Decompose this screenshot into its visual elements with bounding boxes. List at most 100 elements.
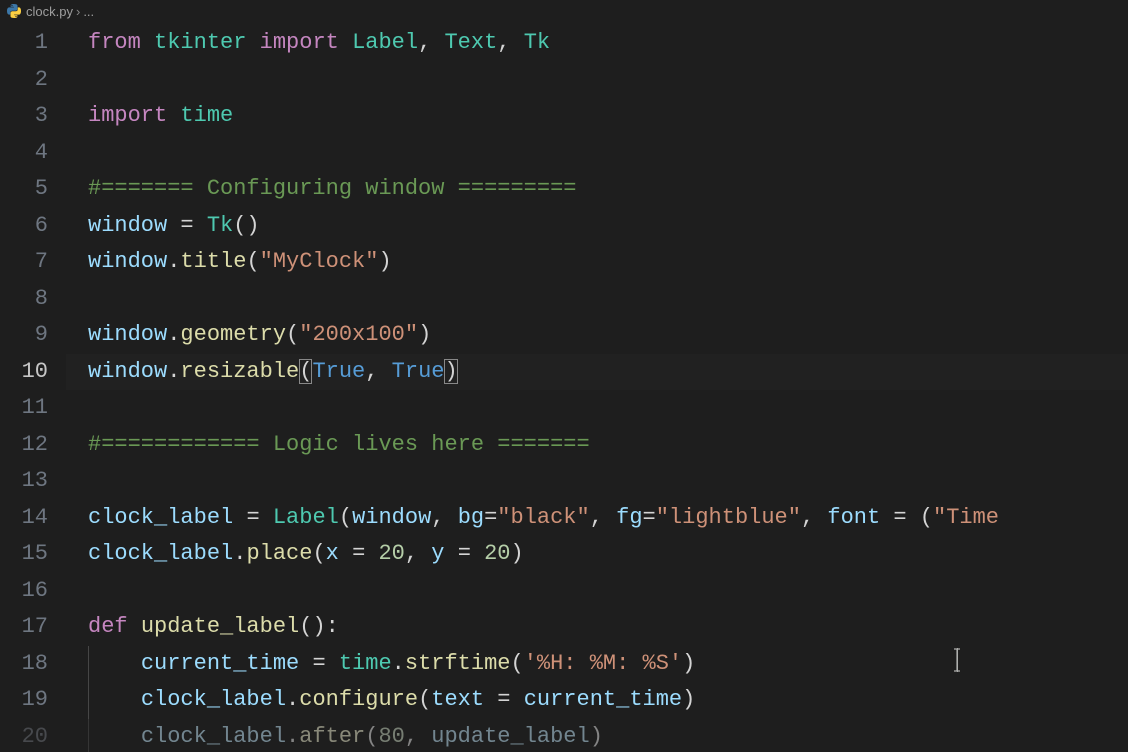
code-token: after (299, 724, 365, 749)
line-number: 7 (0, 244, 66, 281)
code-token: current_time (141, 651, 313, 676)
code-line[interactable]: clock_label = Label(window, bg="black", … (66, 500, 1128, 537)
code-token: window (88, 213, 180, 238)
line-number: 13 (0, 463, 66, 500)
code-token: (): (299, 614, 339, 639)
code-token: ( (246, 249, 259, 274)
code-token: () (233, 213, 259, 238)
code-token: ( (299, 359, 312, 384)
code-token: "MyClock" (260, 249, 379, 274)
code-token: = (352, 541, 378, 566)
code-token: . (167, 249, 180, 274)
code-token: ) (511, 541, 524, 566)
line-number: 18 (0, 646, 66, 683)
code-token (88, 651, 141, 676)
line-number: 8 (0, 281, 66, 318)
code-token: , (405, 541, 431, 566)
code-token: strftime (405, 651, 511, 676)
line-number: 14 (0, 500, 66, 537)
code-token: update_label (431, 724, 589, 749)
code-token: . (167, 322, 180, 347)
code-token: from (88, 30, 154, 55)
code-line[interactable]: import time (66, 98, 1128, 135)
code-token: 20 (484, 541, 510, 566)
code-line[interactable]: def update_label(): (66, 609, 1128, 646)
line-number: 2 (0, 62, 66, 99)
code-line[interactable]: clock_label.after(80, update_label) (66, 719, 1128, 752)
code-token: , (590, 505, 616, 530)
code-token: bg (458, 505, 484, 530)
code-line[interactable] (66, 135, 1128, 172)
code-line[interactable]: window.title("MyClock") (66, 244, 1128, 281)
code-token: geometry (180, 322, 286, 347)
code-token: "lightblue" (656, 505, 801, 530)
code-line[interactable] (66, 390, 1128, 427)
code-line[interactable]: clock_label.place(x = 20, y = 20) (66, 536, 1128, 573)
code-line[interactable] (66, 573, 1128, 610)
code-token: y (431, 541, 457, 566)
chevron-right-icon: › (76, 4, 80, 19)
code-token: current_time (524, 687, 682, 712)
code-token: #======= Configuring window ========= (88, 176, 576, 201)
code-editor[interactable]: 1234567891011121314151617181920 from tki… (0, 22, 1128, 752)
breadcrumb[interactable]: clock.py › ... (0, 0, 1128, 22)
code-token: , (431, 505, 457, 530)
code-token: Text (444, 30, 497, 55)
code-token: import (260, 30, 352, 55)
code-line[interactable] (66, 463, 1128, 500)
code-token: place (246, 541, 312, 566)
code-line[interactable]: window = Tk() (66, 208, 1128, 245)
code-line[interactable]: window.geometry("200x100") (66, 317, 1128, 354)
code-line[interactable]: #======= Configuring window ========= (66, 171, 1128, 208)
code-token: . (286, 724, 299, 749)
code-token: fg (616, 505, 642, 530)
code-token: text (431, 687, 497, 712)
code-line[interactable]: current_time = time.strftime('%H: %M: %S… (66, 646, 1128, 683)
code-token: clock_label (88, 541, 233, 566)
code-token: = (246, 505, 272, 530)
code-token: = (484, 505, 497, 530)
code-token: = (180, 213, 206, 238)
code-token: True (312, 359, 365, 384)
code-line[interactable]: from tkinter import Label, Text, Tk (66, 25, 1128, 62)
code-token: window (88, 249, 167, 274)
code-token: = (643, 505, 656, 530)
code-line[interactable] (66, 281, 1128, 318)
code-line[interactable]: window.resizable(True, True) (66, 354, 1128, 391)
code-token: ) (682, 687, 695, 712)
breadcrumb-more[interactable]: ... (83, 4, 94, 19)
code-token: 80 (378, 724, 404, 749)
code-line[interactable]: #============ Logic lives here ======= (66, 427, 1128, 464)
code-token: ( (312, 541, 325, 566)
line-number: 3 (0, 98, 66, 135)
line-number: 17 (0, 609, 66, 646)
code-token: = (312, 651, 338, 676)
line-number: 20 (0, 719, 66, 752)
breadcrumb-file[interactable]: clock.py (26, 4, 73, 19)
code-line[interactable]: clock_label.configure(text = current_tim… (66, 682, 1128, 719)
line-number: 6 (0, 208, 66, 245)
line-number: 12 (0, 427, 66, 464)
code-token: configure (299, 687, 418, 712)
code-token: Label (352, 30, 418, 55)
code-token: ) (590, 724, 603, 749)
code-content[interactable]: from tkinter import Label, Text, Tkimpor… (66, 25, 1128, 752)
line-number: 1 (0, 25, 66, 62)
code-token: x (326, 541, 352, 566)
code-token: . (286, 687, 299, 712)
code-token: ( (339, 505, 352, 530)
code-line[interactable] (66, 62, 1128, 99)
line-number: 16 (0, 573, 66, 610)
code-token: Tk (524, 30, 550, 55)
code-token: time (339, 651, 392, 676)
line-number: 15 (0, 536, 66, 573)
code-token: title (180, 249, 246, 274)
code-token: 20 (378, 541, 404, 566)
code-token (88, 724, 141, 749)
code-token: Tk (207, 213, 233, 238)
line-number: 5 (0, 171, 66, 208)
code-token: , (418, 30, 444, 55)
code-token: . (233, 541, 246, 566)
code-token: = (497, 687, 523, 712)
code-token: ( (511, 651, 524, 676)
